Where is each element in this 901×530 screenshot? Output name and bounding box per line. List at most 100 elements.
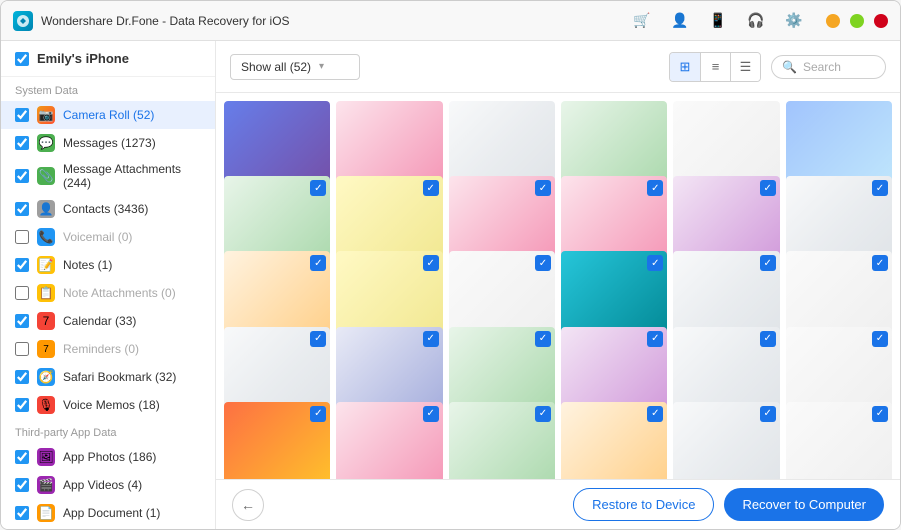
checkbox-message-attachments[interactable] xyxy=(15,169,29,183)
sidebar: Emily's iPhone System Data 📷 Camera Roll… xyxy=(1,41,216,529)
photo-check-icon xyxy=(535,180,551,196)
sidebar-item-app-videos[interactable]: 🎬 App Videos (4) xyxy=(1,471,215,499)
checkbox-app-videos[interactable] xyxy=(15,478,29,492)
label-app-photos: App Photos (186) xyxy=(63,450,156,464)
sidebar-item-notes[interactable]: 📝 Notes (1) xyxy=(1,251,215,279)
checkbox-voicemail[interactable] xyxy=(15,230,29,244)
calendar-icon: 7 xyxy=(37,312,55,330)
photo-check-icon xyxy=(535,406,551,422)
device-checkbox[interactable] xyxy=(15,52,29,66)
checkbox-safari[interactable] xyxy=(15,370,29,384)
sidebar-item-note-attachments[interactable]: 📋 Note Attachments (0) xyxy=(1,279,215,307)
photo-check-icon xyxy=(310,255,326,271)
search-box: 🔍 xyxy=(771,55,886,79)
grid-view-button[interactable]: ⊞ xyxy=(670,53,700,81)
section-label-thirdparty: Third-party App Data xyxy=(1,419,215,443)
footer: ← Restore to Device Recover to Computer xyxy=(216,479,900,529)
photo-item[interactable]: IMG_0437.JPG xyxy=(336,402,442,479)
sidebar-item-contacts[interactable]: 👤 Contacts (3436) xyxy=(1,195,215,223)
cart-icon[interactable]: 🛒 xyxy=(628,7,656,35)
device-header: Emily's iPhone xyxy=(1,41,215,77)
restore-device-button[interactable]: Restore to Device xyxy=(573,488,714,521)
footer-nav: ← xyxy=(232,489,264,521)
sidebar-item-app-document[interactable]: 📄 App Document (1) xyxy=(1,499,215,527)
checkbox-note-attachments[interactable] xyxy=(15,286,29,300)
photo-check-icon xyxy=(423,331,439,347)
label-voicemail: Voicemail (0) xyxy=(63,230,132,244)
checkbox-notes[interactable] xyxy=(15,258,29,272)
app-window: Wondershare Dr.Fone - Data Recovery for … xyxy=(0,0,901,530)
photo-item[interactable]: IMG_0438.JPG xyxy=(449,402,555,479)
sidebar-item-reminders[interactable]: 7 Reminders (0) xyxy=(1,335,215,363)
photo-check-icon xyxy=(760,406,776,422)
photo-check-icon xyxy=(872,406,888,422)
photo-check-icon xyxy=(647,255,663,271)
detail-view-button[interactable]: ☰ xyxy=(730,53,760,81)
back-button[interactable]: ← xyxy=(232,489,264,521)
phone-icon[interactable]: 📱 xyxy=(704,7,732,35)
appvideos-icon: 🎬 xyxy=(37,476,55,494)
appphotos-icon: 🖼 xyxy=(37,448,55,466)
sidebar-item-app-photos[interactable]: 🖼 App Photos (186) xyxy=(1,443,215,471)
sidebar-item-voice-memos[interactable]: 🎙 Voice Memos (18) xyxy=(1,391,215,419)
settings-icon[interactable]: ⚙️ xyxy=(780,7,808,35)
label-calendar: Calendar (33) xyxy=(63,314,136,328)
safari-icon: 🧭 xyxy=(37,368,55,386)
checkbox-app-document[interactable] xyxy=(15,506,29,520)
voicememos-icon: 🎙 xyxy=(37,396,55,414)
photo-check-icon xyxy=(647,180,663,196)
noteatt-icon: 📋 xyxy=(37,284,55,302)
app-logo xyxy=(13,11,33,31)
checkbox-calendar[interactable] xyxy=(15,314,29,328)
label-note-attachments: Note Attachments (0) xyxy=(63,286,176,300)
user-icon[interactable]: 👤 xyxy=(666,7,694,35)
close-button[interactable] xyxy=(874,14,888,28)
photo-check-icon xyxy=(310,406,326,422)
camera-icon: 📷 xyxy=(37,106,55,124)
checkbox-contacts[interactable] xyxy=(15,202,29,216)
photo-check-icon xyxy=(535,331,551,347)
search-input[interactable] xyxy=(803,60,875,74)
photo-check-icon xyxy=(423,406,439,422)
photo-item[interactable]: IMG_0436.JPG xyxy=(224,402,330,479)
device-name: Emily's iPhone xyxy=(37,51,129,66)
checkbox-voice-memos[interactable] xyxy=(15,398,29,412)
list-view-button[interactable]: ≡ xyxy=(700,53,730,81)
sidebar-item-safari[interactable]: 🧭 Safari Bookmark (32) xyxy=(1,363,215,391)
section-label-system: System Data xyxy=(1,77,215,101)
photo-item[interactable]: IMG_0439.JPG xyxy=(561,402,667,479)
photo-check-icon xyxy=(647,331,663,347)
view-toggle-group: ⊞ ≡ ☰ xyxy=(669,52,761,82)
recover-computer-button[interactable]: Recover to Computer xyxy=(724,488,884,521)
label-app-document: App Document (1) xyxy=(63,506,160,520)
checkbox-camera-roll[interactable] xyxy=(15,108,29,122)
label-message-attachments: Message Attachments (244) xyxy=(63,162,201,190)
dropdown-label: Show all (52) xyxy=(241,60,311,74)
label-safari: Safari Bookmark (32) xyxy=(63,370,176,384)
label-notes: Notes (1) xyxy=(63,258,112,272)
titlebar: Wondershare Dr.Fone - Data Recovery for … xyxy=(1,1,900,41)
main-area: Emily's iPhone System Data 📷 Camera Roll… xyxy=(1,41,900,529)
voicemail-icon: 📞 xyxy=(37,228,55,246)
minimize-button[interactable] xyxy=(826,14,840,28)
checkbox-messages[interactable] xyxy=(15,136,29,150)
sidebar-item-message-attachments[interactable]: 📎 Message Attachments (244) xyxy=(1,157,215,195)
label-voice-memos: Voice Memos (18) xyxy=(63,398,160,412)
checkbox-reminders[interactable] xyxy=(15,342,29,356)
photo-check-icon xyxy=(872,255,888,271)
headset-icon[interactable]: 🎧 xyxy=(742,7,770,35)
label-contacts: Contacts (3436) xyxy=(63,202,148,216)
checkbox-app-photos[interactable] xyxy=(15,450,29,464)
sidebar-item-messages[interactable]: 💬 Messages (1273) xyxy=(1,129,215,157)
content-area: Show all (52) ▾ ⊞ ≡ ☰ 🔍 IMG_0411.JPGIMG_… xyxy=(216,41,900,529)
label-reminders: Reminders (0) xyxy=(63,342,139,356)
attachments-icon: 📎 xyxy=(37,167,55,185)
show-all-dropdown[interactable]: Show all (52) ▾ xyxy=(230,54,360,80)
photo-item[interactable]: IMG_0440.JPG xyxy=(673,402,779,479)
sidebar-item-voicemail[interactable]: 📞 Voicemail (0) xyxy=(1,223,215,251)
maximize-button[interactable] xyxy=(850,14,864,28)
photo-item[interactable]: IMG_0441.JPG xyxy=(786,402,892,479)
sidebar-item-camera-roll[interactable]: 📷 Camera Roll (52) xyxy=(1,101,215,129)
photo-check-icon xyxy=(535,255,551,271)
sidebar-item-calendar[interactable]: 7 Calendar (33) xyxy=(1,307,215,335)
